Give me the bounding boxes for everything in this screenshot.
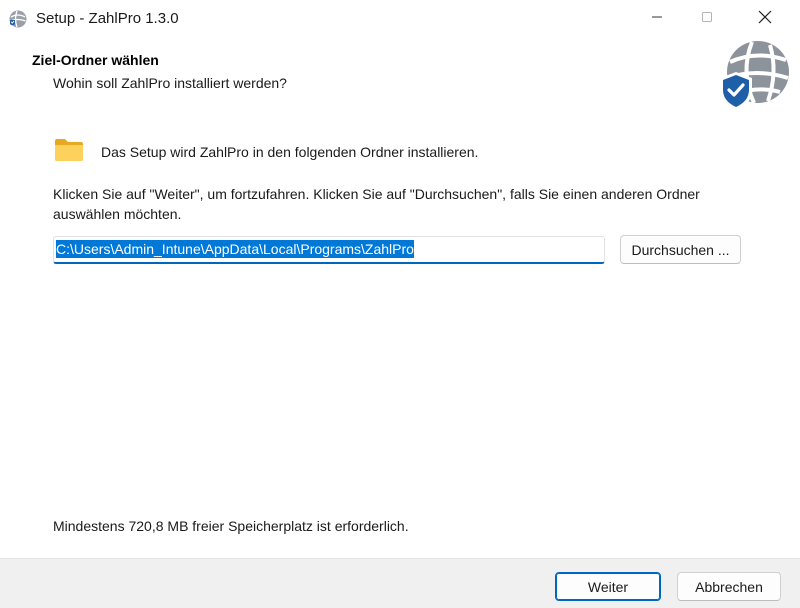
- page-subtitle: Wohin soll ZahlPro installiert werden?: [53, 75, 287, 91]
- setup-window: Setup - ZahlPro 1.3.0 Ziel-Ordner wählen…: [0, 0, 800, 608]
- browse-button[interactable]: Durchsuchen ...: [620, 235, 741, 264]
- title-bar[interactable]: Setup - ZahlPro 1.3.0: [0, 0, 800, 38]
- next-button[interactable]: Weiter: [555, 572, 661, 601]
- close-button[interactable]: [740, 0, 790, 38]
- install-path-input[interactable]: C:\Users\Admin_Intune\AppData\Local\Prog…: [53, 236, 605, 264]
- intro-text: Das Setup wird ZahlPro in den folgenden …: [101, 144, 479, 160]
- disk-space-requirement: Mindestens 720,8 MB freier Speicherplatz…: [53, 518, 409, 534]
- maximize-button[interactable]: [682, 0, 732, 38]
- minimize-button[interactable]: [632, 0, 682, 38]
- globe-shield-logo: [716, 38, 792, 114]
- minimize-icon: [651, 10, 663, 28]
- wizard-header: Ziel-Ordner wählen Wohin soll ZahlPro in…: [0, 38, 800, 122]
- folder-icon: [54, 138, 84, 162]
- maximize-icon: [701, 10, 713, 28]
- instruction-text: Klicken Sie auf "Weiter", um fortzufahre…: [53, 186, 700, 222]
- close-icon: [758, 10, 772, 29]
- page-title: Ziel-Ordner wählen: [32, 52, 159, 68]
- install-path-value: C:\Users\Admin_Intune\AppData\Local\Prog…: [56, 240, 414, 258]
- window-title: Setup - ZahlPro 1.3.0: [36, 10, 179, 27]
- cancel-button[interactable]: Abbrechen: [677, 572, 781, 601]
- wizard-footer: Weiter Abbrechen: [0, 558, 800, 608]
- app-icon: [8, 9, 28, 29]
